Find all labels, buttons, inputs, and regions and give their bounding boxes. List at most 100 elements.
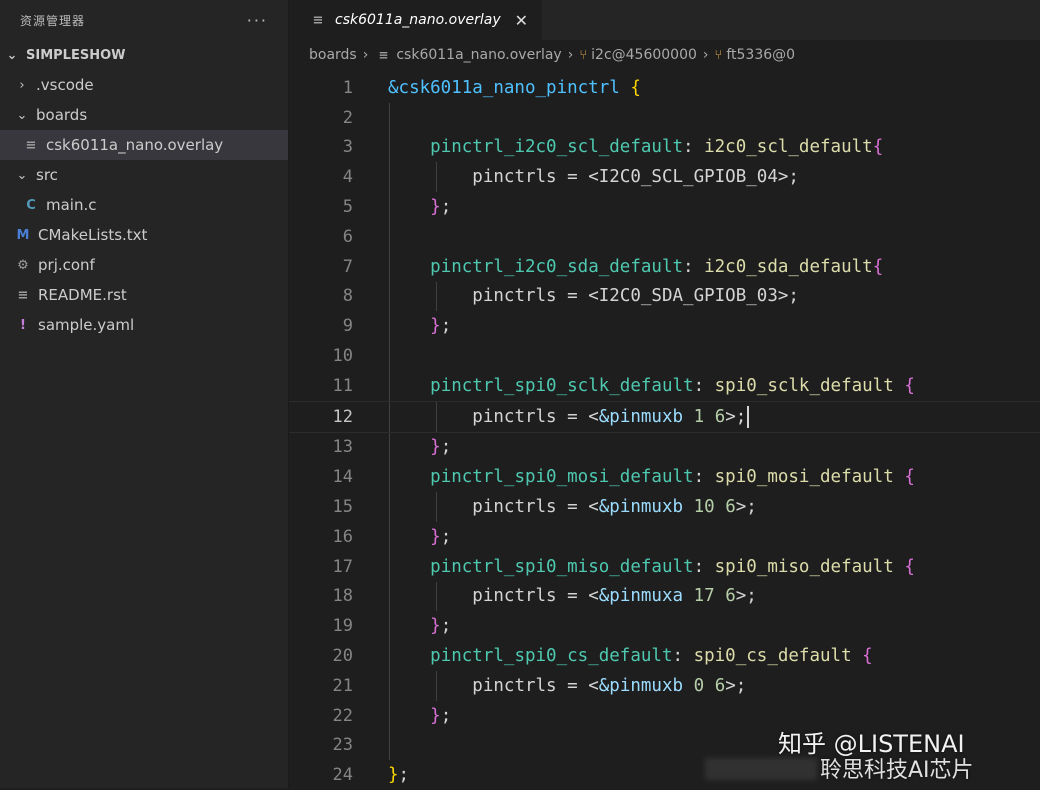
code-line[interactable]: 5 }; <box>289 192 1040 222</box>
line-number: 11 <box>332 375 353 396</box>
breadcrumb-item-file[interactable]: csk6011a_nano.overlay <box>396 47 561 63</box>
code-token: ; <box>440 616 452 637</box>
breadcrumb-item-boards[interactable]: boards <box>309 47 357 63</box>
line-number: 1 <box>342 77 353 98</box>
code-token: = < <box>556 586 599 607</box>
code-token: &pinmuxa <box>598 586 684 607</box>
code-text: pinctrl_spi0_sclk_default: spi0_sclk_def… <box>388 370 915 401</box>
code-token: : <box>693 556 715 577</box>
code-text: }; <box>388 760 409 790</box>
code-line[interactable]: 10 <box>289 341 1040 371</box>
code-token: : <box>693 467 715 488</box>
chevron-down-icon: ⌄ <box>16 107 28 123</box>
indent-guide <box>389 311 390 342</box>
code-token: 6 <box>725 586 736 607</box>
code-token: pinctrl_i2c0_sda_default <box>430 256 684 277</box>
code-line[interactable]: 18 pinctrls = < &pinmuxa 17 6 >; <box>289 581 1040 612</box>
code-line[interactable]: 19 }; <box>289 611 1040 642</box>
line-number: 10 <box>332 346 353 367</box>
code-line[interactable]: 20 pinctrl_spi0_cs_default: spi0_cs_defa… <box>289 641 1040 671</box>
code-token: ; <box>440 526 452 547</box>
tree-item-sample-yaml[interactable]: ! sample.yaml <box>0 310 288 340</box>
code-token: { <box>904 375 915 396</box>
symbol-node-icon: ⑂ <box>714 47 723 63</box>
code-token: } <box>430 526 441 547</box>
code-token: >; <box>777 286 799 307</box>
tree-item-label: sample.yaml <box>38 316 135 334</box>
code-token: { <box>872 256 884 277</box>
code-text: pinctrls = < &pinmuxb 1 6 >; <box>388 401 750 432</box>
code-token: i2c0_scl_default <box>704 137 873 158</box>
indent-guide <box>389 281 390 312</box>
code-line[interactable]: 9 }; <box>289 311 1040 342</box>
code-token: spi0_cs_default <box>693 646 852 667</box>
code-line[interactable]: 8 pinctrls = < I2C0_SDA_GPIOB_03 >; <box>289 281 1040 312</box>
code-editor[interactable]: 1 &csk6011a_nano_pinctrl {2 3 pinctrl_i2c0… <box>289 73 1040 790</box>
code-line[interactable]: 6 <box>289 221 1040 252</box>
indent-guide <box>389 462 390 493</box>
code-token: spi0_sclk_default <box>714 375 894 396</box>
indent-guide <box>436 492 437 522</box>
code-line[interactable]: 15 pinctrls = < &pinmuxb 10 6 >; <box>289 492 1040 522</box>
tree-item-csk6011a-nano-overlay[interactable]: ≡ csk6011a_nano.overlay <box>0 130 288 160</box>
code-line[interactable]: 4 pinctrls = < I2C0_SCL_GPIOB_04 >; <box>289 162 1040 193</box>
code-line[interactable]: 17 pinctrl_spi0_miso_default: spi0_miso_… <box>289 551 1040 582</box>
breadcrumb-item-ft5336[interactable]: ft5336@0 <box>726 47 795 63</box>
indent-guide <box>389 102 390 133</box>
tree-item-prj-conf[interactable]: ⚙ prj.conf <box>0 250 288 280</box>
tree-item-vscode[interactable]: › .vscode <box>0 70 288 100</box>
file-lines-icon: ≡ <box>378 48 389 62</box>
tree-item-label: main.c <box>46 196 97 214</box>
code-token: = < <box>556 406 599 427</box>
line-number: 24 <box>332 765 353 786</box>
indent-guide <box>389 370 390 401</box>
code-token: pinctrls <box>472 167 557 188</box>
tree-item-src[interactable]: ⌄ src <box>0 160 288 190</box>
code-token: = < <box>556 497 599 518</box>
code-line[interactable]: 7 pinctrl_i2c0_sda_default: i2c0_sda_def… <box>289 251 1040 282</box>
code-token: } <box>388 765 399 786</box>
close-icon[interactable]: ✕ <box>515 11 528 30</box>
tree-item-label: csk6011a_nano.overlay <box>46 136 224 154</box>
indent-guide <box>436 401 437 432</box>
code-line[interactable]: 2 <box>289 102 1040 133</box>
tree-item-readme-rst[interactable]: ≡ README.rst <box>0 280 288 310</box>
line-number: 8 <box>342 286 353 307</box>
code-line[interactable]: 3 pinctrl_i2c0_scl_default: i2c0_scl_def… <box>289 132 1040 163</box>
breadcrumb-item-i2c[interactable]: i2c@45600000 <box>591 47 697 63</box>
tab-label: csk6011a_nano.overlay <box>335 12 501 28</box>
tree-item-cmakelists-txt[interactable]: M CMakeLists.txt <box>0 220 288 250</box>
code-line[interactable]: 14 pinctrl_spi0_mosi_default: spi0_mosi_… <box>289 462 1040 493</box>
code-text: pinctrls = < &pinmuxb 0 6 >; <box>388 670 746 701</box>
code-text: }; <box>388 432 451 463</box>
line-number: 9 <box>342 316 353 337</box>
code-line[interactable]: 11 pinctrl_spi0_sclk_default: spi0_sclk_… <box>289 370 1040 401</box>
code-line[interactable]: 13 }; <box>289 432 1040 463</box>
code-line[interactable]: 12 pinctrls = < &pinmuxb 1 6 >; <box>289 400 1040 433</box>
tree-item-boards[interactable]: ⌄ boards <box>0 100 288 130</box>
line-number: 7 <box>342 256 353 277</box>
tab-overlay-file[interactable]: ≡ csk6011a_nano.overlay ✕ <box>289 0 543 40</box>
code-token: : <box>683 256 705 277</box>
code-line[interactable]: 16 }; <box>289 521 1040 552</box>
code-line[interactable]: 21 pinctrls = < &pinmuxb 0 6 >; <box>289 670 1040 701</box>
code-token: 6 <box>714 406 726 427</box>
indent-guide <box>389 221 390 252</box>
code-token: pinctrl_spi0_cs_default <box>430 646 673 667</box>
workspace-section[interactable]: ⌄ SIMPLESHOW <box>0 40 288 70</box>
tree-item-main-c[interactable]: Cmain.c <box>0 190 288 220</box>
code-line[interactable]: 1 &csk6011a_nano_pinctrl { <box>289 73 1040 103</box>
code-token: >; <box>725 406 747 427</box>
more-actions-icon[interactable]: ··· <box>247 11 268 30</box>
code-text: pinctrls = < I2C0_SDA_GPIOB_03 >; <box>388 281 799 312</box>
tree-item-label: CMakeLists.txt <box>38 226 148 244</box>
